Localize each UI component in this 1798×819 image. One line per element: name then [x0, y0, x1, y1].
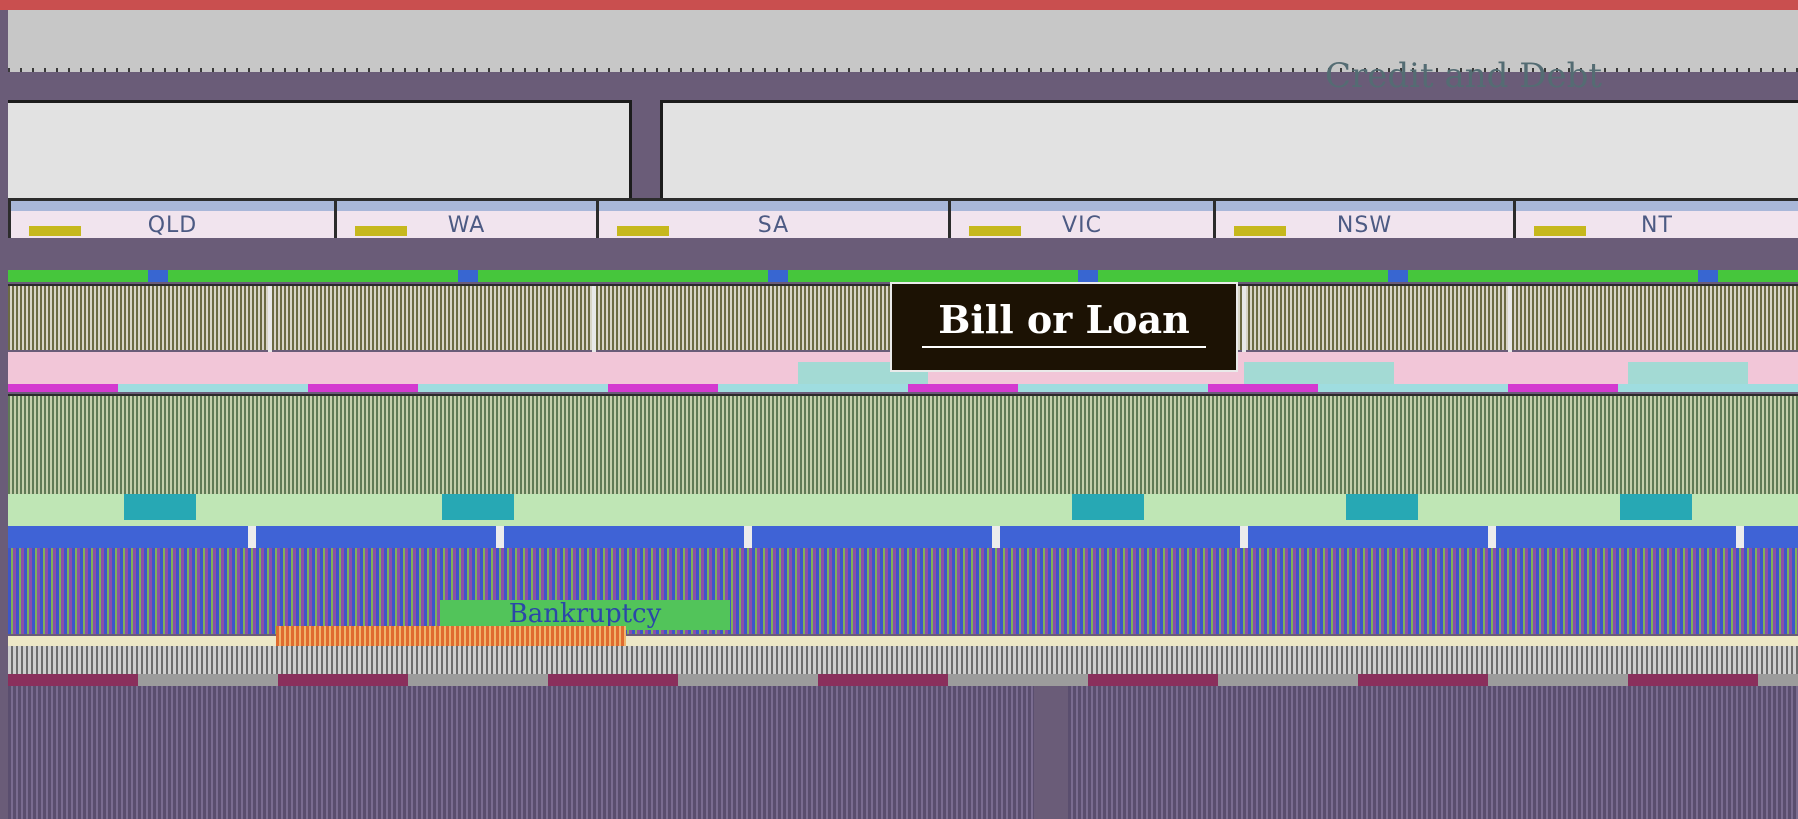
column-separator — [268, 286, 272, 352]
region-flag-icon — [969, 226, 1021, 236]
value-tag — [1346, 494, 1418, 520]
blue-band — [8, 526, 1798, 548]
bill-or-loan-badge[interactable]: Bill or Loan — [890, 282, 1238, 372]
region-flag-icon — [617, 226, 669, 236]
column-separator — [1242, 286, 1246, 352]
region-cell-qld[interactable]: QLD — [8, 198, 334, 238]
indicator-strip — [8, 270, 1798, 282]
magenta-divider — [8, 384, 1798, 392]
value-tag — [124, 494, 196, 520]
region-flag-icon — [355, 226, 407, 236]
region-cell-sa[interactable]: SA — [596, 198, 948, 238]
badge-title: Bill or Loan — [938, 297, 1190, 342]
region-flag-icon — [1534, 226, 1586, 236]
column-separator — [1508, 286, 1512, 352]
region-flag-icon — [1234, 226, 1286, 236]
left-panel — [8, 100, 632, 202]
grey-noise-band — [8, 646, 1798, 674]
region-header-row: QLD WA SA VIC NSW NT — [8, 198, 1798, 238]
bottom-divider — [1034, 686, 1068, 819]
badge-rule — [922, 346, 1206, 348]
value-tag — [1072, 494, 1144, 520]
region-cell-vic[interactable]: VIC — [948, 198, 1213, 238]
region-flag-icon — [29, 226, 81, 236]
noise-band — [8, 548, 1798, 634]
stripe-row-middle — [8, 394, 1798, 494]
region-cell-nt[interactable]: NT — [1513, 198, 1798, 238]
bottom-area — [8, 686, 1798, 819]
orange-bar — [276, 626, 626, 646]
maroon-row — [8, 674, 1798, 686]
top-accent-bar — [0, 0, 1798, 10]
green-value-row — [8, 494, 1798, 526]
screenshot-root: Credit and Debt QLD WA SA VIC NSW NT Ban… — [0, 0, 1798, 819]
value-tag — [442, 494, 514, 520]
column-separator — [592, 286, 596, 352]
page-title: Credit and Debt — [1325, 56, 1603, 96]
region-cell-wa[interactable]: WA — [334, 198, 596, 238]
value-tag — [1620, 494, 1692, 520]
right-panel — [660, 100, 1798, 202]
region-cell-nsw[interactable]: NSW — [1213, 198, 1513, 238]
